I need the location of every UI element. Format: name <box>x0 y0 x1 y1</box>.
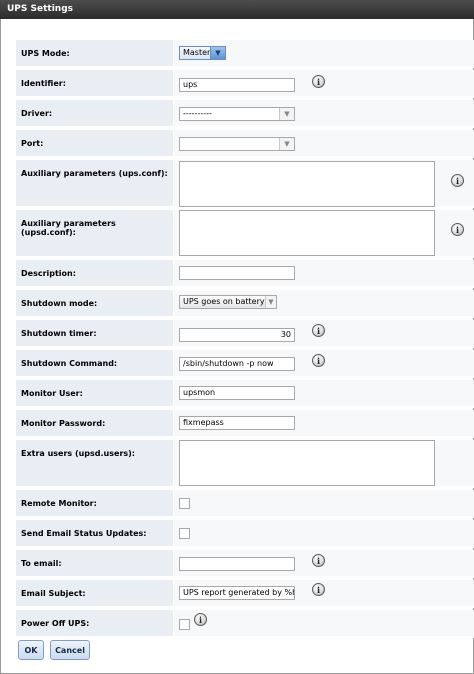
row-remote-monitor: Remote Monitor: <box>16 490 474 518</box>
to-email-input[interactable] <box>179 557 295 571</box>
aux-ups-conf-cell: i <box>174 160 474 207</box>
driver-value: ---------- <box>183 109 212 118</box>
shutdown-mode-cell: UPS goes on battery ▼ <box>174 290 474 316</box>
row-port: Port: ▼ <box>16 130 474 158</box>
email-subject-input[interactable]: UPS report generated by %h <box>179 586 295 600</box>
shutdown-mode-label: Shutdown mode: <box>16 290 173 316</box>
row-shutdown-mode: Shutdown mode: UPS goes on battery ▼ <box>16 290 474 318</box>
row-shutdown-command: Shutdown Command: /sbin/shutdown -p now … <box>16 350 474 378</box>
driver-select[interactable]: ---------- ▼ <box>179 107 295 121</box>
monitor-user-cell: upsmon <box>174 380 474 406</box>
row-identifier: Identifier: ups i <box>16 70 474 98</box>
driver-label: Driver: <box>16 100 173 126</box>
power-off-ups-label: Power Off UPS: <box>16 610 173 636</box>
send-email-label: Send Email Status Updates: <box>16 520 173 546</box>
row-aux-upsd-conf: Auxiliary parameters (upsd.conf): i <box>16 210 474 258</box>
power-off-ups-cell: i <box>174 610 474 636</box>
info-icon[interactable]: i <box>312 583 325 596</box>
info-icon[interactable]: i <box>451 174 464 187</box>
remote-monitor-checkbox[interactable] <box>179 498 190 509</box>
info-icon[interactable]: i <box>194 613 207 626</box>
description-input[interactable] <box>179 266 295 280</box>
row-driver: Driver: ---------- ▼ <box>16 100 474 128</box>
monitor-password-input[interactable]: fixmepass <box>179 416 295 430</box>
row-description: Description: <box>16 260 474 288</box>
aux-upsd-conf-cell: i <box>174 210 474 256</box>
extra-users-cell <box>174 440 474 486</box>
row-to-email: To email: i <box>16 550 474 578</box>
chevron-down-icon: ▼ <box>265 296 276 308</box>
identifier-cell: ups i <box>174 70 474 96</box>
monitor-user-input[interactable]: upsmon <box>179 386 295 400</box>
ups-mode-select[interactable]: Master ▼ <box>179 46 226 60</box>
to-email-cell: i <box>174 550 474 576</box>
email-subject-label: Email Subject: <box>16 580 173 606</box>
row-send-email: Send Email Status Updates: <box>16 520 474 548</box>
power-off-ups-checkbox[interactable] <box>179 619 190 630</box>
monitor-password-label: Monitor Password: <box>16 410 173 436</box>
ups-mode-label: UPS Mode: <box>16 40 173 66</box>
port-cell: ▼ <box>174 130 474 156</box>
info-icon[interactable]: i <box>312 554 325 567</box>
shutdown-mode-select[interactable]: UPS goes on battery ▼ <box>179 295 277 309</box>
description-label: Description: <box>16 260 173 286</box>
send-email-cell <box>174 520 474 546</box>
description-cell <box>174 260 474 286</box>
port-label: Port: <box>16 130 173 156</box>
monitor-password-cell: fixmepass <box>174 410 474 436</box>
row-monitor-user: Monitor User: upsmon <box>16 380 474 408</box>
chevron-down-icon: ▼ <box>279 138 294 150</box>
remote-monitor-label: Remote Monitor: <box>16 490 173 516</box>
info-icon[interactable]: i <box>312 354 325 367</box>
shutdown-timer-cell: 30 i <box>174 320 474 346</box>
ups-mode-value: Master <box>183 48 211 57</box>
aux-ups-conf-label: Auxiliary parameters (ups.conf): <box>16 160 173 206</box>
aux-upsd-conf-textarea[interactable] <box>179 210 435 256</box>
send-email-checkbox[interactable] <box>179 528 190 539</box>
info-icon[interactable]: i <box>451 223 464 236</box>
port-select[interactable]: ▼ <box>179 137 295 151</box>
info-icon[interactable]: i <box>312 324 325 337</box>
to-email-label: To email: <box>16 550 173 576</box>
shutdown-mode-value: UPS goes on battery <box>183 297 265 306</box>
shutdown-command-label: Shutdown Command: <box>16 350 173 376</box>
info-icon[interactable]: i <box>312 75 325 88</box>
email-subject-cell: UPS report generated by %h i <box>174 580 474 606</box>
remote-monitor-cell <box>174 490 474 516</box>
row-monitor-password: Monitor Password: fixmepass <box>16 410 474 438</box>
shutdown-command-cell: /sbin/shutdown -p now i <box>174 350 474 376</box>
identifier-label: Identifier: <box>16 70 173 96</box>
driver-cell: ---------- ▼ <box>174 100 474 126</box>
row-email-subject: Email Subject: UPS report generated by %… <box>16 580 474 608</box>
identifier-input[interactable]: ups <box>179 78 295 92</box>
row-power-off-ups: Power Off UPS: i <box>16 610 474 638</box>
cancel-button[interactable]: Cancel <box>50 640 90 660</box>
shutdown-command-input[interactable]: /sbin/shutdown -p now <box>179 357 295 371</box>
shutdown-timer-input[interactable]: 30 <box>179 328 295 342</box>
row-ups-mode: UPS Mode: Master ▼ <box>16 40 474 68</box>
monitor-user-label: Monitor User: <box>16 380 173 406</box>
ok-button[interactable]: OK <box>18 640 44 660</box>
aux-ups-conf-textarea[interactable] <box>179 161 435 207</box>
dialog-title: UPS Settings <box>0 0 474 19</box>
chevron-down-icon: ▼ <box>210 47 225 59</box>
extra-users-textarea[interactable] <box>179 440 435 486</box>
chevron-down-icon: ▼ <box>279 108 294 120</box>
ups-mode-cell: Master ▼ <box>174 40 474 66</box>
row-shutdown-timer: Shutdown timer: 30 i <box>16 320 474 348</box>
row-extra-users: Extra users (upsd.users): <box>16 440 474 488</box>
shutdown-timer-label: Shutdown timer: <box>16 320 173 346</box>
extra-users-label: Extra users (upsd.users): <box>16 440 173 486</box>
row-aux-ups-conf: Auxiliary parameters (ups.conf): i <box>16 160 474 208</box>
aux-upsd-conf-label: Auxiliary parameters (upsd.conf): <box>16 210 173 256</box>
